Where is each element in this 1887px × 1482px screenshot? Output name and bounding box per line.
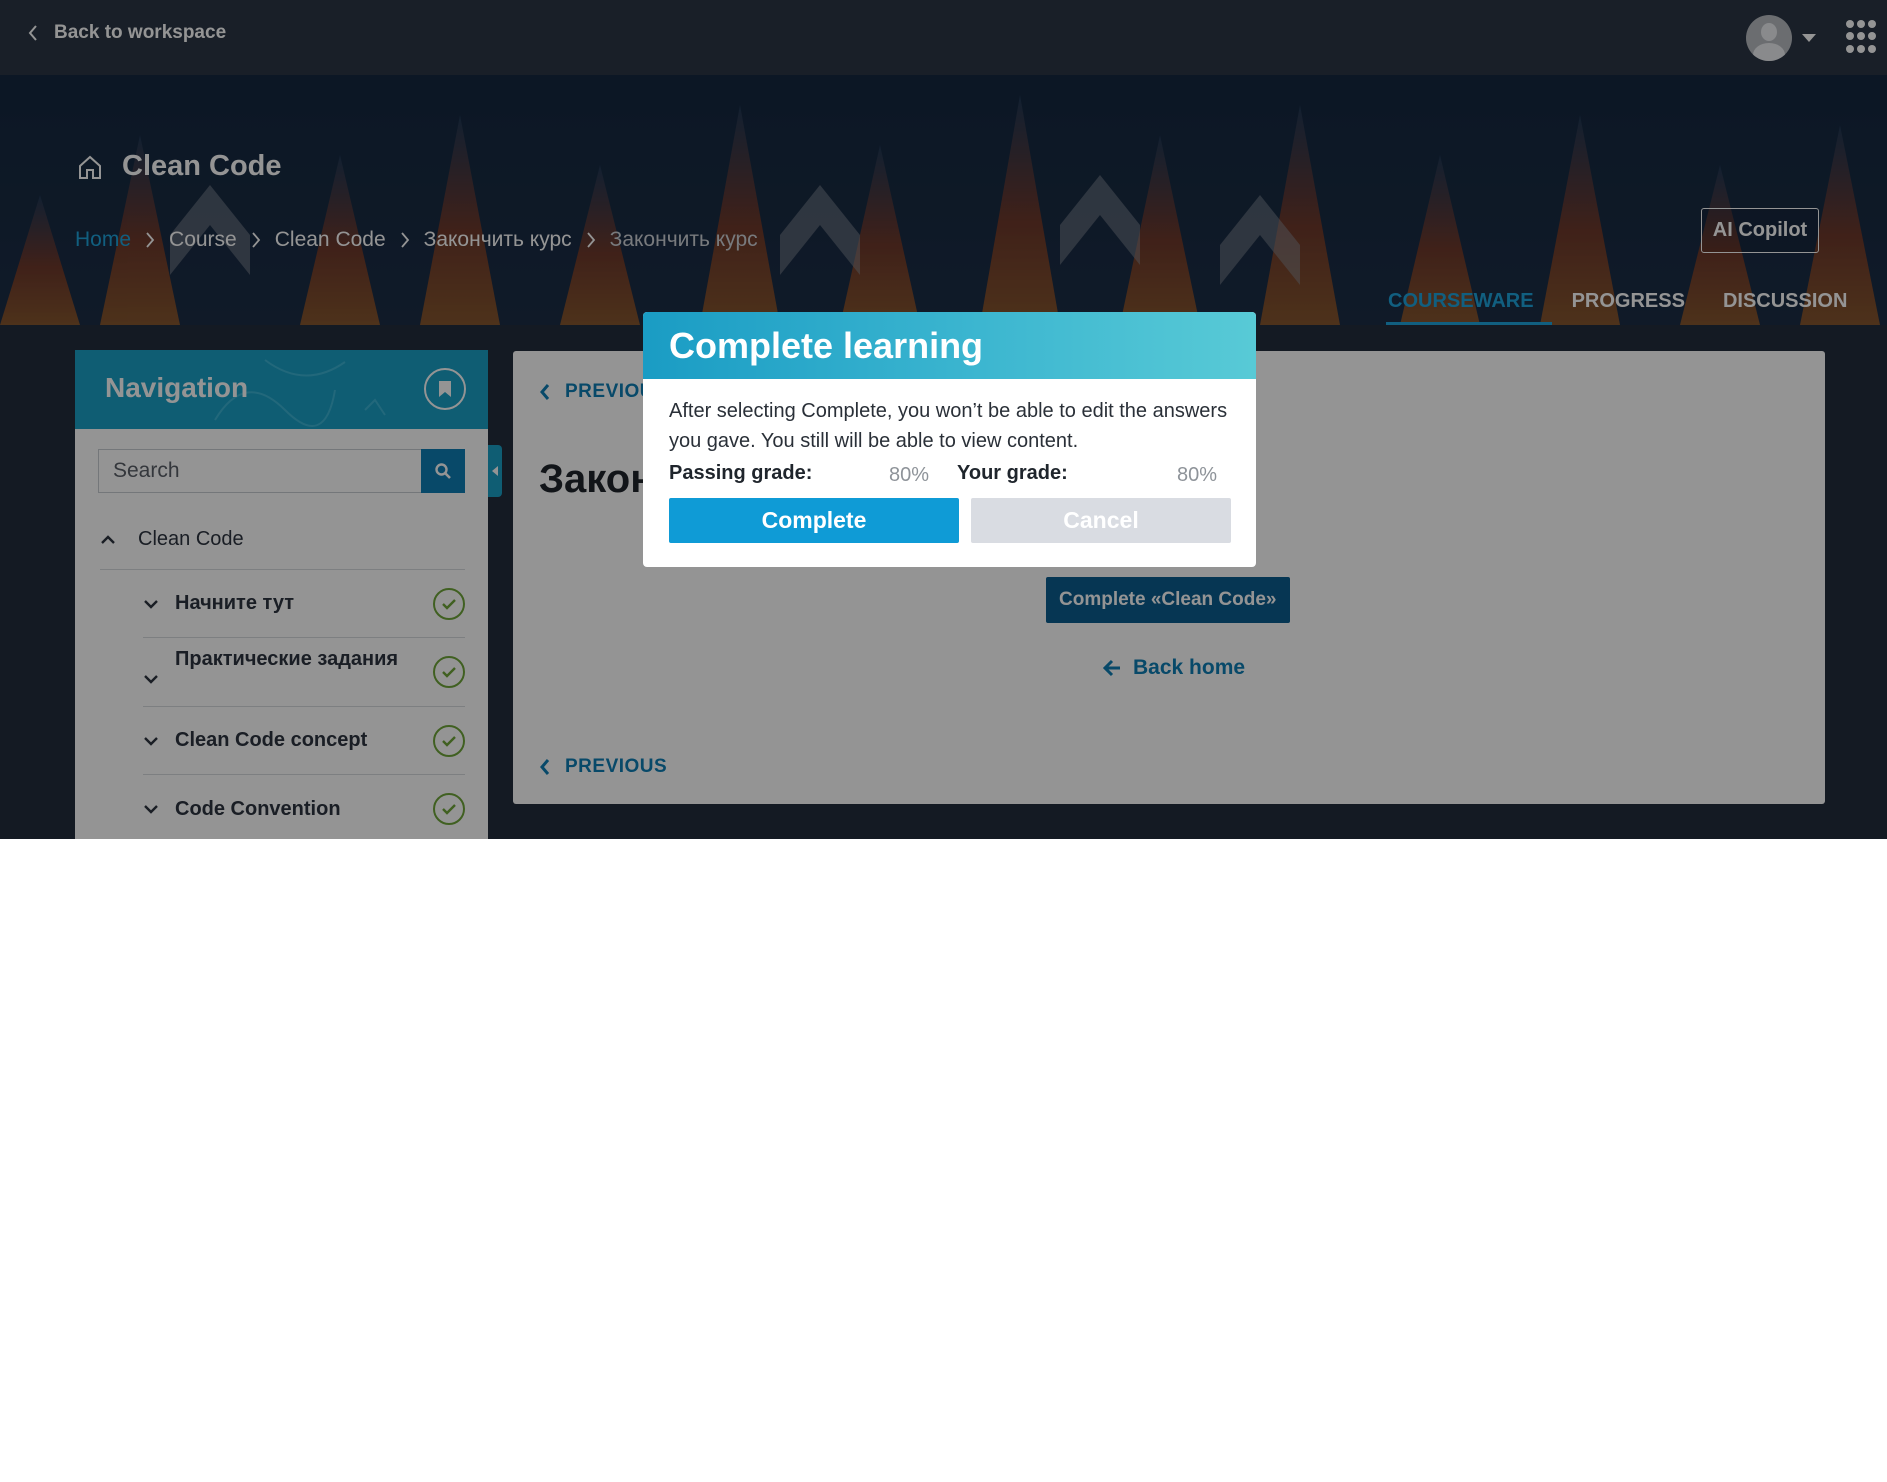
app-root: Back to workspace Clean Code Home Course… (0, 0, 1887, 839)
your-grade-value: 80% (1177, 464, 1218, 486)
confirm-complete-button[interactable]: Complete (669, 498, 959, 543)
dialog-header: Complete learning (643, 312, 1256, 379)
passing-grade-label: Passing grade: (669, 462, 813, 484)
dialog-message: After selecting Complete, you won’t be a… (669, 400, 1228, 452)
cancel-button[interactable]: Cancel (971, 498, 1231, 543)
dialog-title: Complete learning (669, 325, 984, 366)
your-grade-label: Your grade: (957, 462, 1068, 484)
complete-learning-dialog: Complete learning After selecting Comple… (643, 312, 1256, 567)
grades-row: Passing grade: 80% Your grade: 80% (669, 462, 1229, 492)
passing-grade-value: 80% (889, 464, 930, 486)
